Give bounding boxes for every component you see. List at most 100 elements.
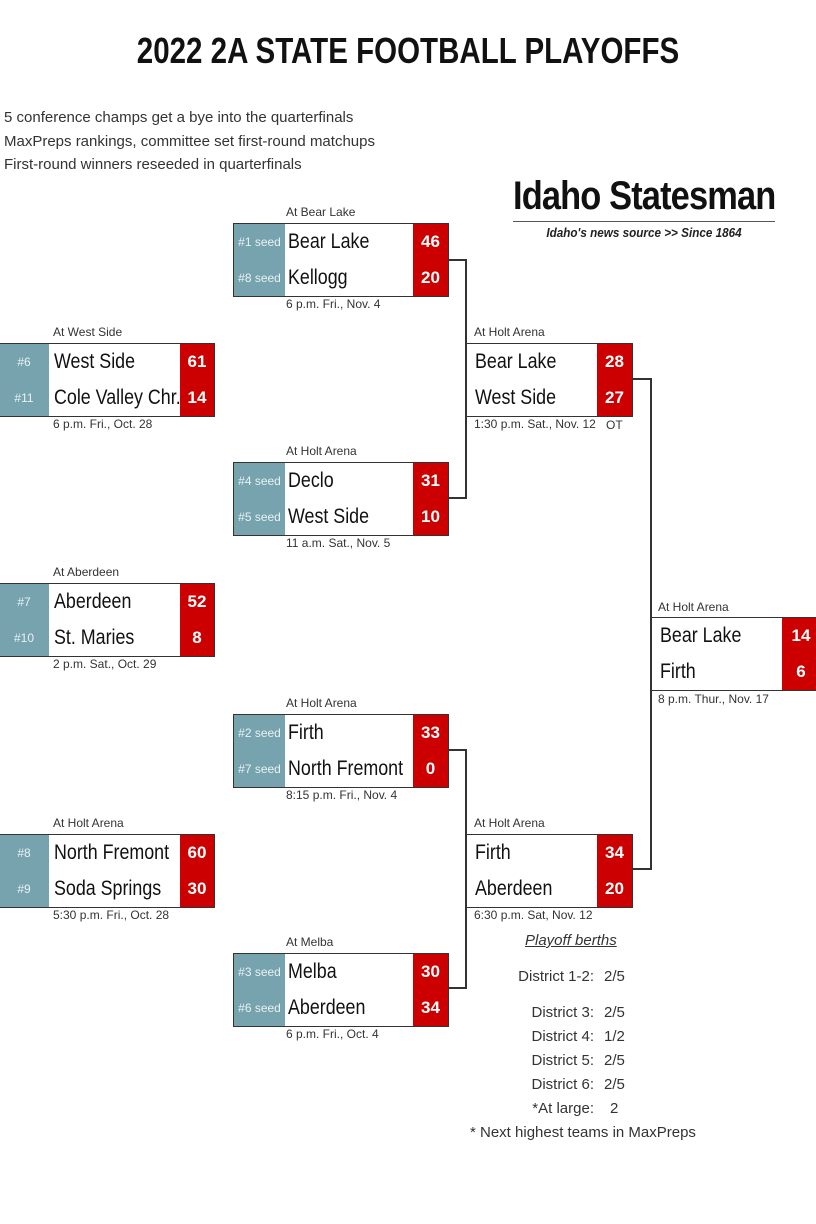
seed-label: #7 <box>17 595 31 609</box>
team-score: 6 <box>796 662 806 681</box>
team-score: 33 <box>421 723 440 742</box>
berth-label: District 1-2: <box>518 968 594 985</box>
matchup-box[interactable]: #8 North Fremont 60 #9 Soda Springs 30 <box>0 834 215 908</box>
team-score: 31 <box>421 471 440 490</box>
team-name: West Side <box>54 350 136 373</box>
team-name: Firth <box>660 660 696 683</box>
game-time: 6:30 p.m. Sat, Nov. 12 <box>474 908 593 922</box>
seed-label: #7 seed <box>238 762 281 776</box>
matchup-box[interactable]: #7 Aberdeen 52 #10 St. Maries 8 <box>0 583 215 657</box>
team-score: 28 <box>605 352 624 371</box>
overtime-note: OT <box>606 418 623 432</box>
team-name: Bear Lake <box>475 350 557 373</box>
connector-line <box>632 868 652 870</box>
matchup-box[interactable]: #4 seed Declo 31 #5 seed West Side 10 <box>233 462 449 536</box>
seed-label: #11 <box>14 391 34 405</box>
team-name: Aberdeen <box>475 877 553 900</box>
team-score: 20 <box>605 879 624 898</box>
page-title: 2022 2A STATE FOOTBALL PLAYOFFS <box>136 30 680 71</box>
seed-label: #2 seed <box>238 726 281 740</box>
brand-name: Idaho Statesman <box>513 174 776 218</box>
team-score: 20 <box>421 268 440 287</box>
venue-label: At Holt Arena <box>286 444 357 458</box>
team-score: 30 <box>187 879 207 898</box>
connector-line <box>448 497 467 499</box>
connector-line <box>632 378 652 380</box>
venue-label: At West Side <box>53 325 123 339</box>
berth-label: District 3: <box>531 1004 594 1021</box>
brand-tagline: Idaho's news source >> Since 1864 <box>546 225 742 240</box>
note-line: MaxPreps rankings, committee set first-r… <box>4 132 375 150</box>
game-time: 11 a.m. Sat., Nov. 5 <box>286 536 391 550</box>
team-score: 27 <box>605 388 624 407</box>
matchup-box[interactable]: Firth 34 Aberdeen 20 <box>466 834 633 908</box>
team-score: 52 <box>187 592 207 611</box>
matchup-box[interactable]: #2 seed Firth 33 #7 seed North Fremont 0 <box>233 714 449 788</box>
team-name: West Side <box>475 386 557 409</box>
matchup-box[interactable]: #3 seed Melba 30 #6 seed Aberdeen 34 <box>233 953 449 1027</box>
team-name: Cole Valley Chr. <box>54 386 181 409</box>
team-score: 30 <box>421 962 440 981</box>
matchup-box[interactable]: #6 West Side 61 #11 Cole Valley Chr. 14 <box>0 343 215 417</box>
game-time: 5:30 p.m. Fri., Oct. 28 <box>53 908 170 922</box>
berths-title: Playoff berths <box>525 932 617 949</box>
team-name: Aberdeen <box>54 590 132 613</box>
note-line: First-round winners reseeded in quarterf… <box>4 156 302 173</box>
berth-value: 2/5 <box>604 1004 625 1021</box>
team-name: Melba <box>288 960 337 983</box>
seed-label: #9 <box>17 882 31 896</box>
team-score: 0 <box>425 759 436 778</box>
connector-line <box>448 987 467 989</box>
brand-divider <box>513 221 775 222</box>
berth-value: 2/5 <box>604 968 625 985</box>
seed-label: #8 <box>17 846 31 860</box>
venue-label: At Holt Arena <box>286 696 357 710</box>
team-score: 14 <box>791 626 811 645</box>
team-score: 61 <box>187 352 207 371</box>
venue-label: At Holt Arena <box>474 816 545 830</box>
berth-value: 1/2 <box>604 1028 625 1045</box>
game-time: 8 p.m. Thur., Nov. 17 <box>658 692 769 706</box>
team-score: 14 <box>187 388 207 407</box>
venue-label: At Holt Arena <box>474 325 545 339</box>
seed-label: #3 seed <box>238 965 281 979</box>
team-score: 60 <box>187 843 207 862</box>
berth-label: District 5: <box>531 1052 594 1069</box>
matchup-box[interactable]: #1 seed Bear Lake 46 #8 seed Kellogg 20 <box>233 223 449 297</box>
team-name: Firth <box>475 841 511 864</box>
seed-label: #10 <box>13 631 35 645</box>
seed-label: #5 seed <box>238 510 281 524</box>
matchup-box[interactable]: Bear Lake 14 Firth 6 <box>651 617 816 691</box>
team-name: Kellogg <box>288 266 348 289</box>
game-time: 6 p.m. Fri., Oct. 4 <box>286 1027 379 1041</box>
seed-label: #8 seed <box>238 271 281 285</box>
venue-label: At Melba <box>286 935 334 949</box>
team-score: 8 <box>192 628 202 647</box>
game-time: 8:15 p.m. Fri., Nov. 4 <box>286 788 398 802</box>
seed-label: #6 seed <box>238 1001 281 1015</box>
game-time: 1:30 p.m. Sat., Nov. 12 <box>474 417 596 431</box>
seed-label: #4 seed <box>238 474 281 488</box>
team-name: West Side <box>288 505 370 528</box>
team-name: Soda Springs <box>54 877 162 900</box>
team-score: 34 <box>421 998 440 1017</box>
team-name: Bear Lake <box>660 624 742 647</box>
team-name: Declo <box>288 469 334 492</box>
matchup-box[interactable]: Bear Lake 28 West Side 27 <box>466 343 633 417</box>
berth-value: 2/5 <box>604 1076 625 1093</box>
notes: 5 conference champs get a bye into the q… <box>4 106 375 177</box>
seed-label: #1 seed <box>238 235 281 249</box>
berth-value: 2/5 <box>604 1052 625 1069</box>
team-name: North Fremont <box>54 841 170 864</box>
brand-logo: Idaho Statesman Idaho's news source >> S… <box>513 174 776 240</box>
game-time: 6 p.m. Fri., Oct. 28 <box>53 417 153 431</box>
team-name: North Fremont <box>288 757 404 780</box>
berth-value: 2 <box>610 1100 619 1117</box>
venue-label: At Holt Arena <box>658 600 729 614</box>
game-time: 6 p.m. Fri., Nov. 4 <box>286 297 381 311</box>
seed-label: #6 <box>17 355 31 369</box>
venue-label: At Aberdeen <box>53 565 120 579</box>
berth-label: District 4: <box>531 1028 594 1045</box>
venue-label: At Bear Lake <box>286 205 356 219</box>
game-time: 2 p.m. Sat., Oct. 29 <box>53 657 157 671</box>
